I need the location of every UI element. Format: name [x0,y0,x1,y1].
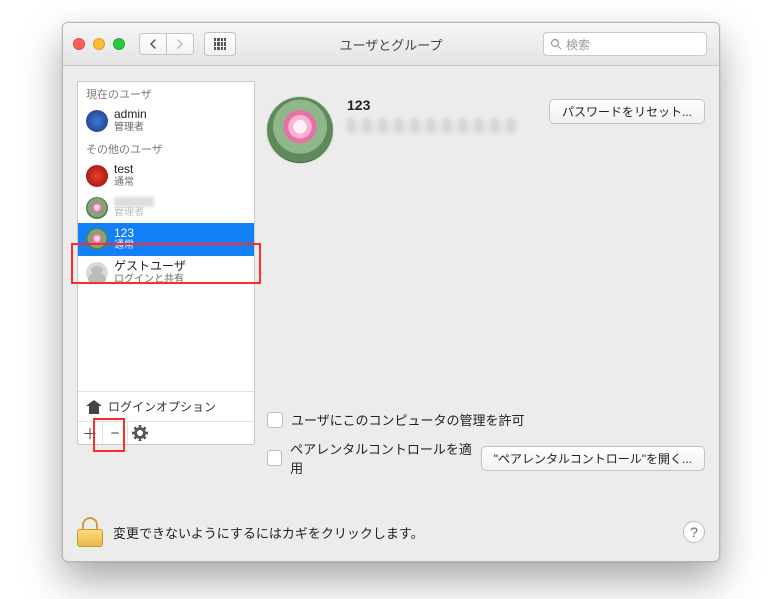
search-placeholder: 検索 [566,36,590,53]
section-current-user: 現在のユーザ [78,82,254,104]
gear-icon [134,427,146,439]
avatar-icon [86,262,108,284]
minimize-icon[interactable] [93,38,105,50]
search-icon [550,38,562,50]
show-all-button[interactable] [204,32,236,56]
allow-admin-label: ユーザにこのコンピュータの管理を許可 [291,410,524,429]
add-user-button[interactable]: ＋ [78,422,103,444]
user-role: ログインと共有 [114,274,186,286]
detail-username: 123 [347,97,517,113]
preferences-window: ユーザとグループ 検索 現在のユーザ admin 管理者 [62,22,720,562]
search-input[interactable]: 検索 [543,32,707,56]
avatar-icon [86,110,108,132]
parental-label: ペアレンタルコントロールを適用 [290,439,473,477]
open-parental-button[interactable]: "ペアレンタルコントロール"を開く... [481,446,705,471]
user-row-123[interactable]: 123 通常 [78,223,254,256]
avatar-icon [86,228,108,250]
login-options-button[interactable]: ログインオプション [78,392,254,421]
section-other-users: その他のユーザ [78,137,254,159]
zoom-icon[interactable] [113,38,125,50]
user-role: 通常 [114,177,134,189]
user-row-guest[interactable]: ゲストユーザ ログインと共有 [78,256,254,289]
user-role: 管理者 [114,207,154,219]
forward-button[interactable] [167,33,194,55]
allow-admin-row: ユーザにこのコンピュータの管理を許可 [267,410,705,429]
window-controls [73,38,125,50]
user-row-admin[interactable]: admin 管理者 [78,104,254,137]
sidebar-footer: ログインオプション ＋ − [78,391,254,444]
user-role: 通常 [114,240,134,252]
detail-user-info: 123 [347,97,517,133]
action-menu-button[interactable] [128,422,152,444]
parental-row: ペアレンタルコントロールを適用 "ペアレンタルコントロール"を開く... [267,439,705,477]
grid-icon [214,38,226,50]
lock-row: 変更できないようにするにはカギをクリックします。 ? [77,517,705,547]
user-name: ゲストユーザ [114,260,186,274]
user-list: 現在のユーザ admin 管理者 その他のユーザ test 通常 [77,81,255,445]
user-row-obscured[interactable]: 管理者 [78,193,254,223]
back-button[interactable] [139,33,167,55]
lock-icon[interactable] [77,517,103,547]
window-body: 現在のユーザ admin 管理者 その他のユーザ test 通常 [63,65,719,561]
nav-back-forward [139,33,194,55]
detail-fullname-obscured [347,119,517,133]
parental-checkbox[interactable] [267,450,282,466]
user-avatar-large[interactable] [267,97,333,163]
remove-user-button[interactable]: − [103,422,128,444]
user-toolbar: ＋ − [78,421,254,444]
avatar-icon [86,165,108,187]
help-button[interactable]: ? [683,521,705,543]
user-name: admin [114,108,147,122]
login-options-label: ログインオプション [108,398,216,415]
house-icon [86,400,102,414]
user-name: test [114,163,134,177]
close-icon[interactable] [73,38,85,50]
user-role: 管理者 [114,122,147,134]
detail-header: 123 パスワードをリセット... [267,97,705,163]
user-name: 123 [114,227,134,241]
reset-password-button[interactable]: パスワードをリセット... [549,99,705,124]
lock-message: 変更できないようにするにはカギをクリックします。 [113,523,424,542]
detail-options: ユーザにこのコンピュータの管理を許可 ペアレンタルコントロールを適用 "ペアレン… [267,410,705,487]
user-row-test[interactable]: test 通常 [78,159,254,192]
avatar-icon [86,197,108,219]
allow-admin-checkbox[interactable] [267,412,283,428]
detail-pane: 123 パスワードをリセット... ユーザにこのコンピュータの管理を許可 ペアレ [267,81,705,505]
user-name [114,197,154,207]
titlebar: ユーザとグループ 検索 [63,23,719,66]
